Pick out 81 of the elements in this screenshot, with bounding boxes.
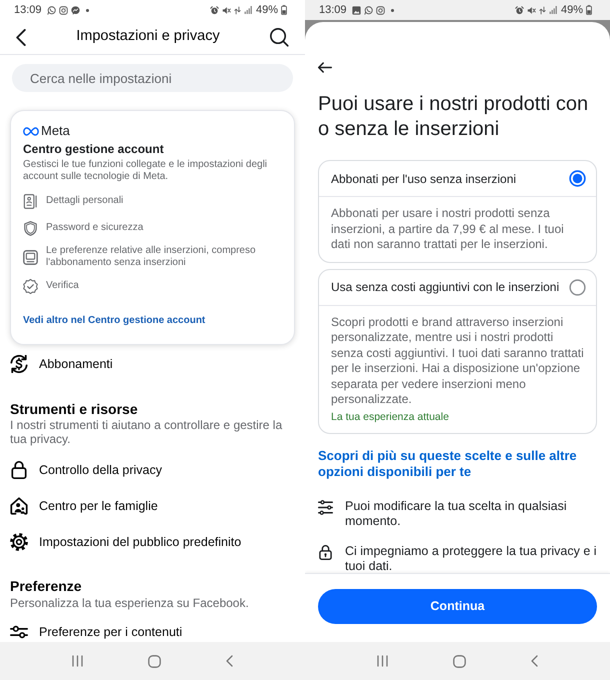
check-badge-icon bbox=[23, 278, 38, 294]
phone-bubble-icon bbox=[364, 6, 373, 14]
lock-icon bbox=[318, 544, 333, 560]
chat-bubble-icon bbox=[70, 6, 80, 14]
battery-percentage: 49% bbox=[560, 2, 583, 18]
item-label: Centro per le famiglie bbox=[39, 498, 158, 515]
item-label: Impostazioni del pubblico predefinito bbox=[39, 534, 242, 551]
option-title: Abbonati per l'uso senza inserzioni bbox=[331, 170, 516, 188]
phone-bubble-icon bbox=[46, 6, 56, 14]
meta-logo-text: Meta bbox=[41, 123, 70, 139]
alarm-clock-icon bbox=[514, 6, 524, 14]
settings-item[interactable]: Abbonamenti bbox=[0, 354, 305, 374]
status-time: 13:09 bbox=[14, 2, 42, 18]
dot-icon bbox=[390, 8, 394, 12]
battery-icon bbox=[586, 5, 592, 15]
data-arrows-icon bbox=[538, 6, 546, 14]
screen-icon bbox=[23, 250, 38, 264]
status-time: 13:09 bbox=[319, 2, 347, 18]
card-title: Centro gestione account bbox=[23, 141, 165, 157]
id-card-icon bbox=[23, 194, 38, 208]
back-icon[interactable] bbox=[16, 28, 26, 46]
recent-apps-icon[interactable] bbox=[72, 655, 84, 667]
recent-apps-icon[interactable] bbox=[377, 655, 388, 667]
item-label: Abbonamenti bbox=[39, 356, 113, 373]
section-title: Strumenti e risorse bbox=[9, 400, 139, 418]
item-label: Verifica bbox=[46, 280, 79, 292]
info-text: Ci impegniamo a proteggere la tua privacy e i tuoi dati. bbox=[345, 544, 597, 573]
item-label: Preferenze per i contenuti bbox=[39, 624, 182, 641]
radio-button[interactable] bbox=[569, 278, 586, 296]
home-icon[interactable] bbox=[148, 654, 161, 668]
account-setting-item[interactable]: Password e sicurezza bbox=[23, 218, 282, 238]
settings-item[interactable]: Centro per le famiglie bbox=[0, 496, 305, 516]
sliders-icon bbox=[10, 623, 28, 641]
section-description: Personalizza la tua esperienza su Facebook. bbox=[9, 596, 250, 610]
battery-icon bbox=[281, 5, 287, 15]
sheet-heading: Puoi usare i nostri prodotti con o senza le inserzioni bbox=[318, 92, 590, 142]
dollar-cycle-icon bbox=[10, 355, 28, 373]
alarm-clock-icon bbox=[210, 6, 219, 14]
sliders-icon bbox=[318, 500, 333, 514]
learn-more-link[interactable]: Scopri di più su queste scelte e sulle altre opzioni disponibili per te bbox=[318, 448, 597, 480]
search-icon[interactable] bbox=[270, 28, 289, 46]
shield-icon bbox=[23, 220, 38, 236]
image-icon bbox=[352, 6, 361, 14]
option-description: Abbonati per usare i nostri prodotti senza inserzioni, a partire da 7,99 € al mese. I tuoi dati non saranno trattati per le inserzioni. bbox=[331, 206, 565, 252]
search-field[interactable]: Cerca nelle impostazioni bbox=[12, 64, 293, 92]
signal-bars-icon bbox=[548, 6, 557, 14]
accounts-center-link[interactable]: Vedi altro nel Centro gestione account bbox=[23, 314, 206, 328]
lock-icon bbox=[10, 461, 28, 479]
account-setting-item[interactable]: Verifica bbox=[23, 276, 282, 296]
continue-button[interactable]: Continua bbox=[318, 589, 597, 624]
battery-percentage: 49% bbox=[256, 2, 278, 18]
house-people-icon bbox=[10, 497, 28, 515]
info-text: Puoi modificare la tua scelta in qualsiasi momento. bbox=[345, 498, 568, 530]
section-title: Preferenze bbox=[9, 577, 83, 595]
gear-icon bbox=[10, 533, 28, 551]
data-arrows-icon bbox=[234, 6, 241, 14]
item-label: Dettagli personali bbox=[46, 195, 124, 207]
account-setting-item[interactable]: Le preferenze relative alle inserzioni, compreso l'abbonamento senza inserzioni bbox=[23, 245, 282, 269]
section-description: I nostri strumenti ti aiutano a controllare e gestire la tua privacy. bbox=[9, 418, 284, 446]
card-description: Gestisci le tue funzioni collegate e le impostazioni degli account sulle tecnologie di Meta. bbox=[23, 159, 268, 183]
radio-selected[interactable] bbox=[569, 170, 586, 187]
settings-item[interactable]: Impostazioni del pubblico predefinito bbox=[0, 532, 305, 552]
home-icon[interactable] bbox=[452, 654, 466, 668]
back-arrow-icon[interactable] bbox=[318, 62, 332, 73]
muted-speaker-icon bbox=[222, 6, 231, 14]
item-label: Le preferenze relative alle inserzioni, compreso l'abbonamento senza inserzioni bbox=[46, 245, 257, 269]
option-title: Usa senza costi aggiuntivi con le inserzioni bbox=[331, 279, 560, 296]
dot-icon bbox=[86, 8, 89, 12]
muted-speaker-icon bbox=[526, 6, 536, 14]
current-experience-label: La tua esperienza attuale bbox=[331, 410, 450, 424]
item-label: Controllo della privacy bbox=[39, 462, 162, 479]
infinity-logo-icon bbox=[23, 126, 39, 136]
screen-title: Impostazioni e privacy bbox=[76, 27, 220, 46]
settings-item[interactable]: Preferenze per i contenuti bbox=[0, 622, 305, 642]
option-description: Scopri prodotti e brand attraverso inserzioni personalizzate, mentre usi i nostri prodotti senza costi aggiuntivi. I tuoi dati saranno trattati per le inserzioni. Hai a disposizione un'opzione separata per vedere inserzioni meno personalizzate. bbox=[331, 314, 584, 408]
camera-icon bbox=[376, 6, 385, 14]
signal-bars-icon bbox=[244, 6, 252, 14]
item-label: Password e sicurezza bbox=[46, 222, 144, 234]
account-setting-item[interactable]: Dettagli personali bbox=[23, 191, 282, 211]
settings-item[interactable]: Controllo della privacy bbox=[0, 460, 305, 480]
camera-icon bbox=[58, 6, 68, 14]
